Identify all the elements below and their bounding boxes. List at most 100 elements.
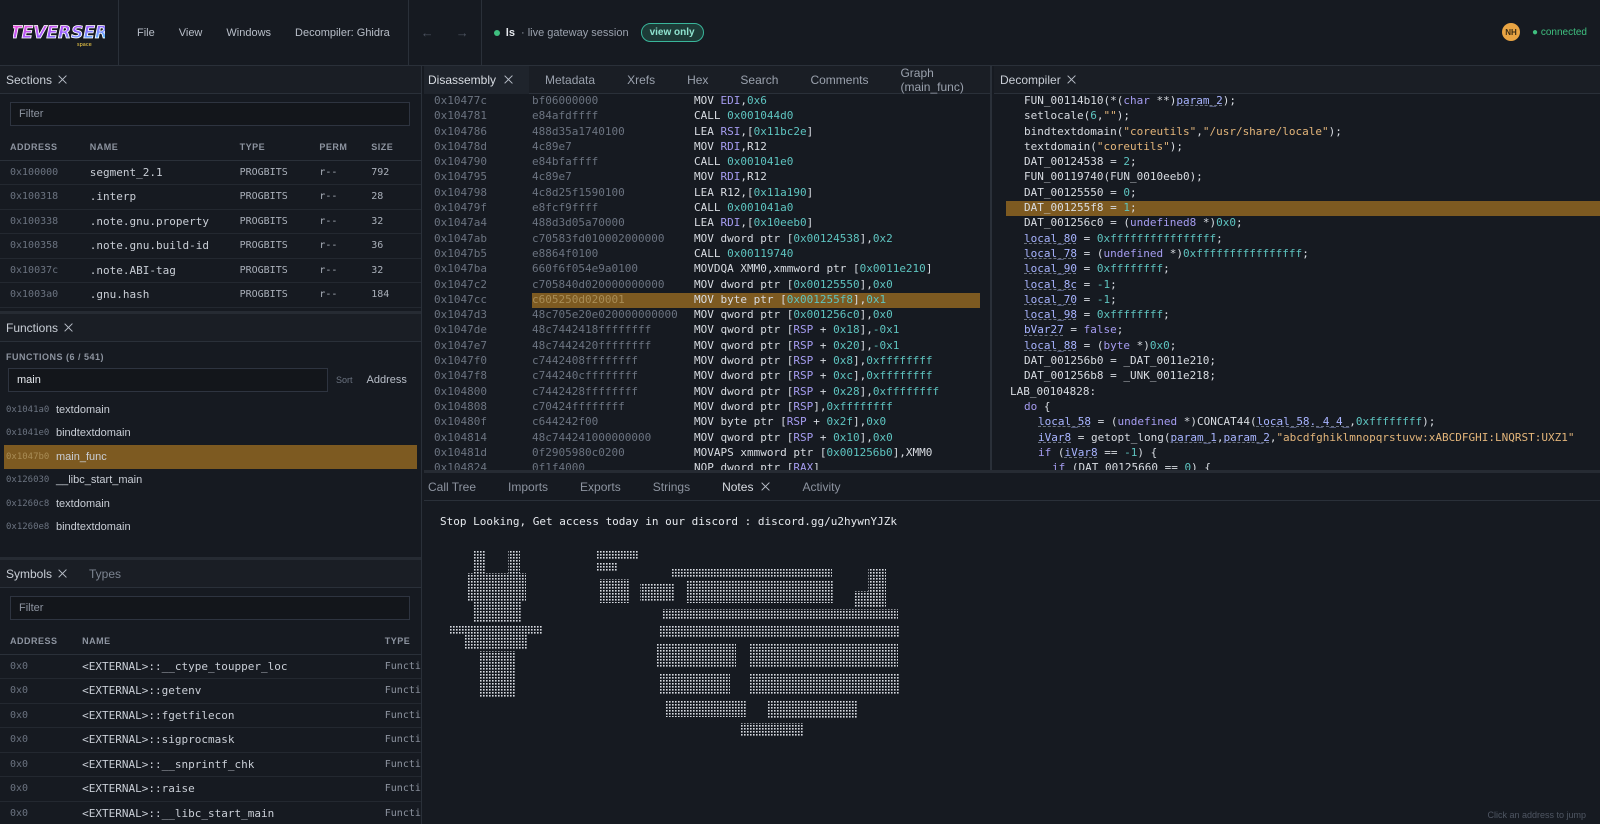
tab-disassembly[interactable]: Disassembly — [424, 66, 530, 94]
disassembly-line[interactable]: 0x104781 e84afdffff CALL 0x001044d0 — [424, 109, 990, 124]
instruction-address[interactable]: 0x1047b5 — [424, 247, 532, 262]
disassembly-line[interactable]: 0x1047cc c605250d020001 MOV byte ptr [0x00… — [424, 292, 990, 309]
instruction-address[interactable]: 0x1047ab — [424, 232, 532, 247]
tab-metadata[interactable]: Metadata — [529, 66, 611, 94]
table-row[interactable]: 0x1003a0 .gnu.hash PROGBITS r-- 184 — [0, 282, 421, 308]
function-item[interactable]: 0x126030 __libc_start_main — [0, 469, 421, 493]
code-line[interactable]: do { — [994, 400, 1600, 415]
function-item[interactable]: 0x1041a0 textdomain — [0, 398, 421, 422]
code-line[interactable]: local_98 = 0xffffffff; — [994, 308, 1600, 323]
column-header[interactable]: SIZE — [361, 134, 421, 161]
column-header[interactable]: TYPE — [229, 134, 310, 161]
tab-decompiler[interactable]: Decompiler — [994, 66, 1082, 94]
column-header[interactable]: NAME — [72, 628, 375, 655]
code-line[interactable]: setlocale(6,""); — [994, 109, 1600, 124]
disassembly-line[interactable]: 0x104795 4c89e7 MOV RDI,R12 — [424, 170, 990, 185]
instruction-address[interactable]: 0x1047a4 — [424, 216, 532, 231]
code-line[interactable]: if (DAT_00125660 == 0) { — [994, 461, 1600, 470]
menu-decompiler[interactable]: Decompiler: Ghidra — [283, 27, 402, 39]
code-line[interactable]: local_80 = 0xffffffffffffffff; — [994, 232, 1600, 247]
instruction-address[interactable]: 0x104814 — [424, 431, 532, 446]
instruction-address[interactable]: 0x104786 — [424, 125, 532, 140]
instruction-address[interactable]: 0x1047cc — [424, 293, 532, 308]
close-icon[interactable] — [761, 482, 770, 491]
tab-comments[interactable]: Comments — [794, 66, 884, 94]
tab-notes[interactable]: Notes — [706, 473, 786, 501]
disassembly-line[interactable]: 0x104824 0f1f4000 NOP dword ptr [RAX] — [424, 461, 990, 470]
code-line[interactable]: local_58 = (undefined *)CONCAT44(local_5… — [994, 415, 1600, 430]
column-header[interactable]: ADDRESS — [0, 628, 73, 655]
disassembly-line[interactable]: 0x104808 c70424ffffffff MOV dword ptr [RSP… — [424, 400, 990, 415]
menu-file[interactable]: File — [125, 27, 167, 39]
disassembly-line[interactable]: 0x104786 488d35a1740100 LEA RSI,[0x11bc2e] — [424, 125, 990, 140]
table-row[interactable]: 0x100318 .interp PROGBITS r-- 28 — [0, 184, 421, 210]
instruction-address[interactable]: 0x10481d — [424, 446, 532, 461]
table-row[interactable]: 0x0 <EXTERNAL>::raise Functi — [0, 776, 421, 802]
tab-imports[interactable]: Imports — [492, 473, 564, 501]
column-header[interactable]: TYPE — [374, 628, 421, 655]
avatar[interactable]: NH — [1502, 23, 1521, 41]
code-line[interactable]: local_8c = -1; — [994, 278, 1600, 293]
close-icon[interactable] — [58, 569, 67, 578]
code-line[interactable]: FUN_00119740(FUN_0010eeb0); — [994, 170, 1600, 185]
instruction-address[interactable]: 0x104798 — [424, 186, 532, 201]
instruction-address[interactable]: 0x1047c2 — [424, 278, 532, 293]
code-line[interactable]: bVar27 = false; — [994, 323, 1600, 338]
column-header[interactable]: NAME — [79, 134, 230, 161]
close-icon[interactable] — [58, 75, 67, 84]
tab-strings[interactable]: Strings — [637, 473, 706, 501]
code-line[interactable]: local_90 = 0xffffffff; — [994, 262, 1600, 277]
table-row[interactable]: 0x10037c .note.ABI-tag PROGBITS r-- 32 — [0, 258, 421, 283]
functions-search-input[interactable]: main — [8, 368, 328, 392]
code-line[interactable]: DAT_001255f8 = 1; — [1006, 201, 1600, 217]
instruction-address[interactable]: 0x104824 — [424, 461, 532, 470]
disassembly-line[interactable]: 0x1047d3 48c705e20e020000000000 MOV qword … — [424, 308, 990, 323]
instruction-address[interactable]: 0x104790 — [424, 155, 532, 170]
instruction-address[interactable]: 0x104781 — [424, 109, 532, 124]
disassembly-line[interactable]: 0x104790 e84bfaffff CALL 0x001041e0 — [424, 155, 990, 170]
table-row[interactable]: 0x0 <EXTERNAL>::getenv Functi — [0, 678, 421, 704]
code-line[interactable]: LAB_00104828: — [994, 385, 1600, 400]
tab-functions[interactable]: Functions — [0, 314, 79, 342]
tab-xrefs[interactable]: Xrefs — [611, 66, 671, 94]
table-row[interactable]: 0x0 <EXTERNAL>::sigprocmask Functi — [0, 727, 421, 753]
disassembly-line[interactable]: 0x1047f0 c7442408ffffffff MOV dword ptr [R… — [424, 354, 990, 369]
code-line[interactable]: if (iVar8 == -1) { — [994, 446, 1600, 461]
instruction-address[interactable]: 0x104808 — [424, 400, 532, 415]
disassembly-line[interactable]: 0x104800 c7442428ffffffff MOV dword ptr [R… — [424, 385, 990, 400]
function-item[interactable]: 0x1041e0 bindtextdomain — [0, 422, 421, 446]
disassembly-line[interactable]: 0x104814 48c744241000000000 MOV qword ptr … — [424, 431, 990, 446]
table-row[interactable]: 0x0 <EXTERNAL>::__libc_start_main Functi — [0, 801, 421, 824]
close-icon[interactable] — [64, 323, 73, 332]
code-line[interactable]: textdomain("coreutils"); — [994, 140, 1600, 155]
code-line[interactable]: bindtextdomain("coreutils","/usr/share/l… — [994, 125, 1600, 140]
disassembly-line[interactable]: 0x10480f c644242f00 MOV byte ptr [RSP + 0x… — [424, 415, 990, 430]
tab-types[interactable]: Types — [83, 560, 127, 588]
instruction-address[interactable]: 0x104795 — [424, 170, 532, 185]
code-line[interactable]: DAT_00125550 = 0; — [994, 186, 1600, 201]
table-row[interactable]: 0x100000 segment_2.1 PROGBITS r-- 792 — [0, 160, 421, 185]
instruction-address[interactable]: 0x1047ba — [424, 262, 532, 277]
menu-view[interactable]: View — [167, 27, 215, 39]
code-line[interactable]: DAT_00124538 = 2; — [994, 155, 1600, 170]
table-row[interactable]: 0x100338 .note.gnu.property PROGBITS r-- 32 — [0, 209, 421, 234]
instruction-address[interactable]: 0x1047e7 — [424, 339, 532, 354]
back-arrow-icon[interactable]: ← — [421, 25, 434, 40]
instruction-address[interactable]: 0x10480f — [424, 415, 532, 430]
disassembly-line[interactable]: 0x10479f e8fcf9ffff CALL 0x001041a0 — [424, 201, 990, 216]
disassembly-line[interactable]: 0x1047b5 e8864f0100 CALL 0x00119740 — [424, 247, 990, 262]
disassembly-line[interactable]: 0x10478d 4c89e7 MOV RDI,R12 — [424, 140, 990, 155]
column-header[interactable]: PERM — [309, 134, 362, 161]
disassembly-line[interactable]: 0x10481d 0f2905980c0200 MOVAPS xmmword ptr… — [424, 446, 990, 461]
menu-windows[interactable]: Windows — [214, 27, 283, 39]
tab-sections[interactable]: Sections — [0, 66, 73, 94]
app-logo[interactable]: TEVERSER space — [0, 0, 119, 66]
instruction-address[interactable]: 0x104800 — [424, 385, 532, 400]
forward-arrow-icon[interactable]: → — [456, 25, 469, 40]
disassembly-line[interactable]: 0x1047ba 660f6f054e9a0100 MOVDQA XMM0,xmmw… — [424, 262, 990, 277]
disassembly-line[interactable]: 0x10477c bf06000000 MOV EDI,0x6 — [424, 94, 990, 109]
tab-hex[interactable]: Hex — [671, 66, 724, 94]
code-line[interactable]: DAT_001256c0 = (undefined8 *)0x0; — [994, 216, 1600, 231]
tab-activity[interactable]: Activity — [786, 473, 856, 501]
table-row[interactable]: 0x100358 .note.gnu.build-id PROGBITS r-- 36 — [0, 233, 421, 259]
